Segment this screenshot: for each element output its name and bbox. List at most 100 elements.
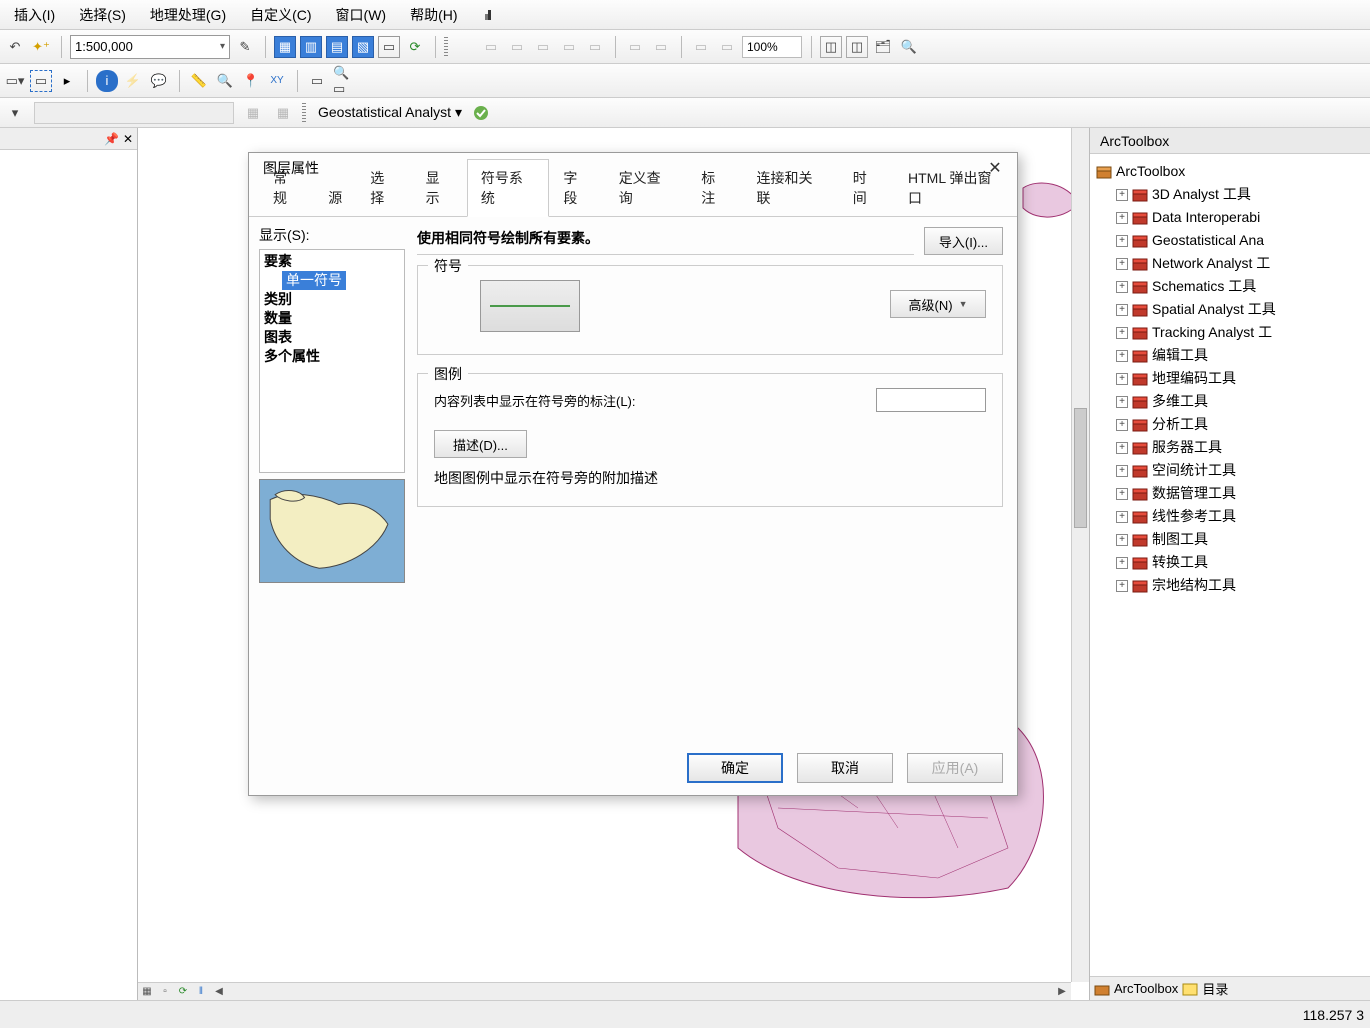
tb-icon[interactable]: ▾ bbox=[4, 102, 26, 124]
expander-icon[interactable]: + bbox=[1116, 304, 1128, 316]
menu-customize[interactable]: 自定义(C) bbox=[244, 1, 317, 29]
flash-icon[interactable]: ⚡ bbox=[122, 70, 144, 92]
close-icon[interactable]: ✕ bbox=[123, 132, 133, 146]
tb-icon[interactable]: 🔍 bbox=[898, 36, 920, 58]
expander-icon[interactable]: + bbox=[1116, 350, 1128, 362]
toolbox-item[interactable]: +线性参考工具 bbox=[1096, 505, 1364, 528]
tab-joins[interactable]: 连接和关联 bbox=[743, 159, 839, 217]
time-slider-icon[interactable]: ▭ bbox=[306, 70, 328, 92]
tb-icon[interactable]: ◫ bbox=[820, 36, 842, 58]
import-button[interactable]: 导入(I)... bbox=[924, 227, 1003, 255]
toolbox-item[interactable]: +Schematics 工具 bbox=[1096, 275, 1364, 298]
tb-icon[interactable]: 🗂 bbox=[872, 36, 894, 58]
scrollbar-thumb[interactable] bbox=[1074, 408, 1087, 528]
toolbox-item[interactable]: +数据管理工具 bbox=[1096, 482, 1364, 505]
geostat-wizard-icon[interactable] bbox=[470, 102, 492, 124]
scroll-left-icon[interactable]: ◀ bbox=[210, 984, 228, 1000]
toolbox-item[interactable]: +转换工具 bbox=[1096, 551, 1364, 574]
tab-display[interactable]: 显示 bbox=[412, 159, 467, 217]
tab-symbology[interactable]: 符号系统 bbox=[467, 159, 550, 217]
refresh-icon[interactable]: ⟳ bbox=[174, 984, 192, 1000]
menu-select[interactable]: 选择(S) bbox=[73, 1, 132, 29]
description-button[interactable]: 描述(D)... bbox=[434, 430, 527, 458]
tree-multiple-attributes[interactable]: 多个属性 bbox=[264, 347, 400, 366]
toggle-button[interactable] bbox=[476, 4, 498, 26]
tab-fields[interactable]: 字段 bbox=[549, 159, 604, 217]
tab-source[interactable]: 源 bbox=[314, 179, 356, 217]
expander-icon[interactable]: + bbox=[1116, 580, 1128, 592]
zoom-dropdown[interactable]: 100% bbox=[742, 36, 802, 58]
tree-features[interactable]: 要素 bbox=[264, 252, 400, 271]
expander-icon[interactable]: + bbox=[1116, 465, 1128, 477]
tb-icon[interactable]: ▧ bbox=[352, 36, 374, 58]
menu-geoprocessing[interactable]: 地理处理(G) bbox=[144, 1, 232, 29]
tree-quantities[interactable]: 数量 bbox=[264, 309, 400, 328]
horizontal-scrollbar[interactable]: ▦ ▫ ⟳ ‖ ◀ ▶ bbox=[138, 982, 1071, 1000]
vertical-scrollbar[interactable] bbox=[1071, 128, 1089, 982]
tab-general[interactable]: 常规 bbox=[259, 159, 314, 217]
expander-icon[interactable]: + bbox=[1116, 419, 1128, 431]
xy-icon[interactable]: XY bbox=[266, 70, 288, 92]
expander-icon[interactable]: + bbox=[1116, 373, 1128, 385]
footer-tab-catalog[interactable]: 目录 bbox=[1202, 979, 1228, 998]
menu-window[interactable]: 窗口(W) bbox=[330, 1, 393, 29]
toolbox-item[interactable]: +编辑工具 bbox=[1096, 344, 1364, 367]
toolbox-item[interactable]: +空间统计工具 bbox=[1096, 459, 1364, 482]
footer-tab-arctoolbox[interactable]: ArcToolbox bbox=[1114, 981, 1178, 996]
tab-labels[interactable]: 标注 bbox=[687, 159, 742, 217]
goto-icon[interactable]: 📍 bbox=[240, 70, 262, 92]
measure-icon[interactable]: 📏 bbox=[188, 70, 210, 92]
find-icon[interactable]: 🔍 bbox=[214, 70, 236, 92]
expander-icon[interactable]: + bbox=[1116, 396, 1128, 408]
expander-icon[interactable]: + bbox=[1116, 281, 1128, 293]
arctoolbox-tree[interactable]: ArcToolbox +3D Analyst 工具+Data Interoper… bbox=[1090, 154, 1370, 603]
toolbox-item[interactable]: +分析工具 bbox=[1096, 413, 1364, 436]
tb-icon[interactable]: ▥ bbox=[300, 36, 322, 58]
expander-icon[interactable]: + bbox=[1116, 442, 1128, 454]
toolbox-item[interactable]: +Spatial Analyst 工具 bbox=[1096, 298, 1364, 321]
toolbox-item[interactable]: +宗地结构工具 bbox=[1096, 574, 1364, 597]
cancel-button[interactable]: 取消 bbox=[797, 753, 893, 783]
tb-icon[interactable]: ▦ bbox=[274, 36, 296, 58]
advanced-button[interactable]: 高级(N) ▼ bbox=[890, 290, 986, 318]
expander-icon[interactable]: + bbox=[1116, 534, 1128, 546]
expander-icon[interactable]: + bbox=[1116, 327, 1128, 339]
tab-html-popup[interactable]: HTML 弹出窗口 bbox=[894, 159, 1017, 217]
tb-icon[interactable]: ⟳ bbox=[404, 36, 426, 58]
toolbox-item[interactable]: +Tracking Analyst 工 bbox=[1096, 321, 1364, 344]
tab-definition-query[interactable]: 定义查询 bbox=[605, 159, 688, 217]
symbol-swatch-button[interactable] bbox=[480, 280, 580, 332]
tab-time[interactable]: 时间 bbox=[839, 159, 894, 217]
toolbox-item[interactable]: +Network Analyst 工 bbox=[1096, 252, 1364, 275]
expander-icon[interactable]: + bbox=[1116, 488, 1128, 500]
callout-icon[interactable]: 💬 bbox=[148, 70, 170, 92]
toolbox-item[interactable]: +多维工具 bbox=[1096, 390, 1364, 413]
tree-charts[interactable]: 图表 bbox=[264, 328, 400, 347]
tree-single-symbol[interactable]: 单一符号 bbox=[282, 271, 346, 290]
toolbox-item[interactable]: +地理编码工具 bbox=[1096, 367, 1364, 390]
expander-icon[interactable]: + bbox=[1116, 557, 1128, 569]
tb-icon[interactable]: ▭ bbox=[378, 36, 400, 58]
pointer-icon[interactable]: ▸ bbox=[56, 70, 78, 92]
map-scale-dropdown[interactable]: 1:500,000 ▾ bbox=[70, 35, 230, 59]
tb-icon[interactable]: 🔍▭ bbox=[332, 70, 354, 92]
view-layout-icon[interactable]: ▫ bbox=[156, 984, 174, 1000]
tab-selection[interactable]: 选择 bbox=[356, 159, 411, 217]
select-rect-icon[interactable]: ▭ bbox=[30, 70, 52, 92]
toolbox-item[interactable]: +3D Analyst 工具 bbox=[1096, 183, 1364, 206]
menu-insert[interactable]: 插入(I) bbox=[8, 1, 61, 29]
editor-toolbar-icon[interactable]: ✎ bbox=[234, 36, 256, 58]
pause-icon[interactable]: ‖ bbox=[192, 984, 210, 1000]
toolbox-item[interactable]: +Data Interoperabi bbox=[1096, 206, 1364, 229]
geostat-layer-dropdown[interactable] bbox=[34, 102, 234, 124]
tb-icon[interactable]: ▤ bbox=[326, 36, 348, 58]
ok-button[interactable]: 确定 bbox=[687, 753, 783, 783]
expander-icon[interactable]: + bbox=[1116, 212, 1128, 224]
identify-icon[interactable]: i bbox=[96, 70, 118, 92]
undo-button[interactable]: ↶ bbox=[4, 36, 26, 58]
expander-icon[interactable]: + bbox=[1116, 258, 1128, 270]
pin-icon[interactable]: 📌 bbox=[104, 132, 119, 146]
expander-icon[interactable]: + bbox=[1116, 235, 1128, 247]
arctoolbox-root[interactable]: ArcToolbox bbox=[1096, 160, 1364, 183]
symbology-tree[interactable]: 要素 单一符号 类别 数量 图表 多个属性 bbox=[259, 249, 405, 473]
